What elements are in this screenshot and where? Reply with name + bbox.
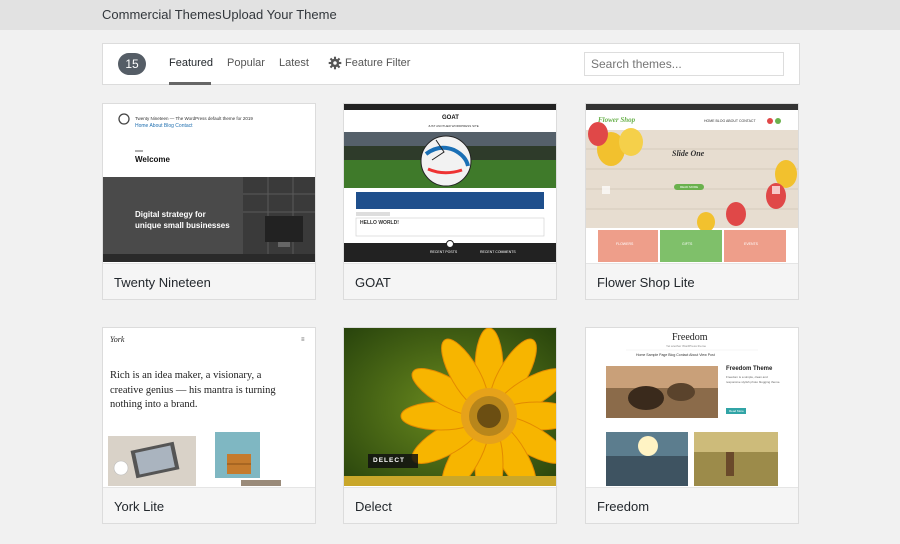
preview-hero-line1: Digital strategy for [135, 210, 206, 219]
preview-welcome: Welcome [135, 155, 170, 164]
active-tab-underline [169, 82, 211, 85]
preview-menu: HOME BLOG ABOUT CONTACT [704, 119, 756, 123]
preview-menu: Home Sample Page Blog Contact About View… [636, 353, 715, 357]
theme-screenshot: GOAT JUST ANOTHER WORDPRESS SITE HELLO W… [344, 104, 556, 262]
preview-banner: DELECT [373, 457, 405, 464]
preview-box-1: FLOWERS [616, 242, 634, 246]
commercial-themes-link[interactable]: Commercial Themes [102, 7, 222, 22]
preview-logo: GOAT [442, 115, 459, 121]
tab-latest[interactable]: Latest [279, 57, 309, 69]
preview-feature-text: Freedom is a simple, clean and responsiv… [726, 375, 781, 384]
preview-tagline: JUST ANOTHER WORDPRESS SITE [428, 124, 479, 128]
theme-screenshot: Flower Shop HOME BLOG ABOUT CONTACT Slid… [586, 104, 798, 262]
preview-site-title: Twenty Nineteen — The WordPress default … [135, 116, 253, 121]
preview-intro: Rich is an idea maker, a visionary, a cr… [110, 370, 276, 410]
preview-button: Read More [729, 409, 744, 413]
theme-filter-bar: 15 Featured Popular Latest Feature Filte… [102, 43, 800, 85]
preview-menu-icon: ≡ [301, 337, 305, 343]
theme-name: Flower Shop Lite [597, 275, 695, 290]
preview-menu: Home About Blog Contact [135, 123, 193, 129]
theme-screenshot: Freedom Yet another WordPress theme Home… [586, 328, 798, 486]
theme-name-bar: Freedom [586, 487, 798, 523]
theme-name-bar: Flower Shop Lite [586, 263, 798, 299]
preview-hero-line2: unique small businesses [135, 221, 230, 230]
preview-slide-title: Slide One [672, 149, 705, 158]
theme-card-freedom[interactable]: Freedom Yet another WordPress theme Home… [585, 327, 799, 524]
theme-card-flower-shop-lite[interactable]: Flower Shop HOME BLOG ABOUT CONTACT Slid… [585, 103, 799, 300]
theme-name: York Lite [114, 499, 165, 514]
top-links-bar: Commercial Themes Upload Your Theme [0, 0, 900, 30]
theme-name-bar: Twenty Nineteen [103, 263, 315, 299]
theme-name-bar: Delect [344, 487, 556, 523]
theme-card-twenty-nineteen[interactable]: Twenty Nineteen — The WordPress default … [102, 103, 316, 300]
tab-featured[interactable]: Featured [169, 57, 213, 69]
upload-theme-link[interactable]: Upload Your Theme [222, 7, 337, 22]
preview-box-3: EVENTS [744, 242, 759, 246]
preview-post-title: HELLO WORLD! [360, 220, 399, 226]
feature-filter-button[interactable]: Feature Filter [345, 57, 410, 69]
theme-screenshot: York ≡ Rich is an idea maker, a visionar… [103, 328, 315, 486]
preview-tagline: Yet another WordPress theme [666, 344, 707, 348]
theme-name: Delect [355, 499, 392, 514]
theme-count-badge: 15 [118, 53, 146, 75]
preview-title: Freedom [672, 332, 708, 343]
preview-logo: York [110, 335, 125, 344]
preview-feature-title: Freedom Theme [726, 366, 773, 372]
gear-icon[interactable] [328, 56, 342, 70]
theme-name: Freedom [597, 499, 650, 514]
preview-button: READ MORE [680, 185, 699, 189]
theme-card-delect[interactable]: DELECT Delect [343, 327, 557, 524]
tab-popular[interactable]: Popular [227, 57, 265, 69]
theme-card-goat[interactable]: GOAT JUST ANOTHER WORDPRESS SITE HELLO W… [343, 103, 557, 300]
theme-name-bar: GOAT [344, 263, 556, 299]
theme-screenshot: Twenty Nineteen — The WordPress default … [103, 104, 315, 262]
preview-widget-recent-posts: RECENT POSTS [430, 250, 458, 254]
theme-card-york-lite[interactable]: York ≡ Rich is an idea maker, a visionar… [102, 327, 316, 524]
theme-name-bar: York Lite [103, 487, 315, 523]
search-themes-input[interactable] [584, 52, 784, 76]
theme-name: GOAT [355, 275, 391, 290]
preview-box-2: GIFTS [682, 242, 693, 246]
preview-logo: Flower Shop [598, 116, 636, 124]
theme-screenshot: DELECT [344, 328, 556, 486]
preview-widget-recent-comments: RECENT COMMENTS [480, 250, 516, 254]
theme-name: Twenty Nineteen [114, 275, 211, 290]
